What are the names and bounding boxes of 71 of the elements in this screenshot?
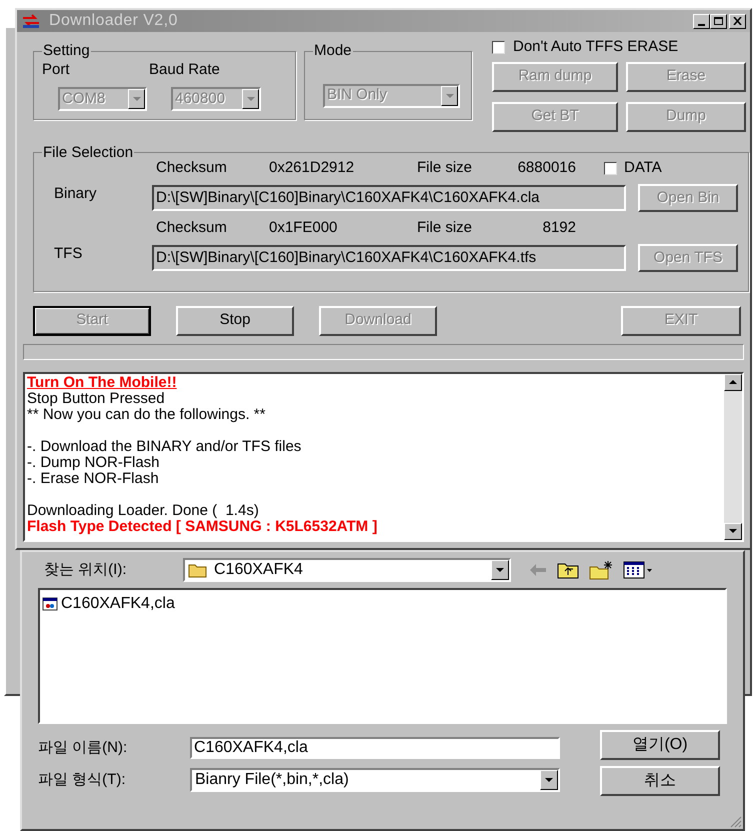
path-value: D:\[SW]Binary\[C160]Binary\C160XAFK4\C160XAFK4.tfs: [156, 248, 536, 268]
dropdown-value: BIN Only: [326, 85, 388, 106]
file-type-value: Bianry File(*,bin,*,cla): [194, 770, 350, 790]
group-label: File Selection: [42, 142, 134, 162]
caret-icon: [446, 94, 454, 98]
file-name-label: 파일 이름(N):: [38, 738, 128, 758]
down-arrow-icon: [729, 529, 737, 533]
baud-rate-label: Baud Rate: [149, 60, 220, 80]
file-label: TFS: [53, 244, 84, 264]
look-in-label: 찾는 위치(I):: [43, 560, 128, 580]
maximize-icon: [714, 17, 723, 25]
path-value: D:\[SW]Binary\[C160]Binary\C160XAFK4\C160XAFK4.cla: [156, 188, 540, 208]
app-icon: [21, 13, 41, 29]
checksum-label: Checksum: [156, 218, 228, 238]
caret-icon: [496, 568, 504, 572]
file-size-value: 6880016: [516, 158, 576, 178]
cancel-button[interactable]: 취소: [600, 766, 720, 796]
file-name-field[interactable]: C160XAFK4,cla: [190, 737, 560, 759]
caret-icon: [545, 778, 553, 782]
checksum-value: 0x1FE000: [269, 218, 338, 238]
file-icon: [42, 596, 58, 612]
port-label: Port: [42, 60, 71, 80]
group-label: Setting: [42, 41, 91, 61]
file-label: Binary: [53, 184, 98, 204]
file-item[interactable]: C160XAFK4,cla: [42, 592, 177, 616]
look-in-value: C160XAFK4: [214, 560, 303, 580]
caret-icon: [246, 97, 254, 101]
dropdown-value: COM8: [61, 88, 106, 109]
file-size-value: 8192: [542, 218, 576, 238]
checkbox[interactable]: [604, 162, 617, 174]
file-type-label: 파일 형식(T):: [38, 770, 126, 790]
folder-icon: [188, 562, 208, 578]
look-in-dropdown[interactable]: C160XAFK4: [183, 558, 511, 582]
resize-grip-icon: [730, 816, 742, 828]
view-menu-icon[interactable]: [623, 561, 653, 579]
caret-icon: [132, 97, 140, 101]
close-button[interactable]: [729, 14, 746, 28]
new-folder-icon[interactable]: [589, 560, 613, 580]
file-type-dropdown[interactable]: Bianry File(*,bin,*,cla): [190, 768, 560, 792]
path-field[interactable]: D:\[SW]Binary\[C160]Binary\C160XAFK4\C160XAFK4.cla: [152, 185, 626, 211]
log-line: Flash Type Detected [ SAMSUNG : K5L6532ATM ]: [27, 518, 378, 534]
group-label: Mode: [313, 41, 353, 61]
log-line: -. Download the BINARY and/or TFS files: [27, 438, 302, 454]
up-arrow-icon: [729, 380, 737, 384]
window-title: Downloader V2,0: [49, 11, 178, 31]
log-line: ** Now you can do the followings. **: [27, 406, 266, 422]
file-size-label: File size: [417, 158, 474, 178]
log-line: Downloading Loader. Done ( 1.4s): [27, 502, 260, 518]
checkbox[interactable]: [492, 40, 505, 54]
close-icon: [733, 17, 742, 25]
log-line: -. Erase NOR-Flash: [27, 470, 160, 486]
dropdown-button[interactable]: [540, 770, 558, 790]
file-size-label: File size: [417, 218, 474, 238]
button[interactable]: Stop: [176, 306, 294, 336]
up-folder-icon[interactable]: [557, 561, 579, 579]
checkbox-label: DATA: [624, 158, 662, 178]
maximize-button[interactable]: [710, 14, 727, 28]
minimize-icon: [698, 24, 705, 26]
dropdown-value: 460800: [174, 88, 226, 109]
checksum-value: 0x261D2912: [269, 158, 356, 178]
dropdown-button[interactable]: [491, 560, 509, 580]
log-line: -. Dump NOR-Flash: [27, 454, 161, 470]
scroll-down-button[interactable]: [724, 522, 742, 540]
checksum-label: Checksum: [156, 158, 228, 178]
log-line: Stop Button Pressed: [27, 390, 166, 406]
minimize-button[interactable]: [693, 14, 710, 28]
open-button[interactable]: 열기(O): [600, 730, 720, 760]
scroll-up-button[interactable]: [724, 374, 742, 390]
log-line: Turn On The Mobile!!: [27, 374, 178, 390]
path-field[interactable]: D:\[SW]Binary\[C160]Binary\C160XAFK4\C160XAFK4.tfs: [152, 245, 626, 271]
checkbox-label: Don't Auto TFFS ERASE: [513, 37, 678, 57]
